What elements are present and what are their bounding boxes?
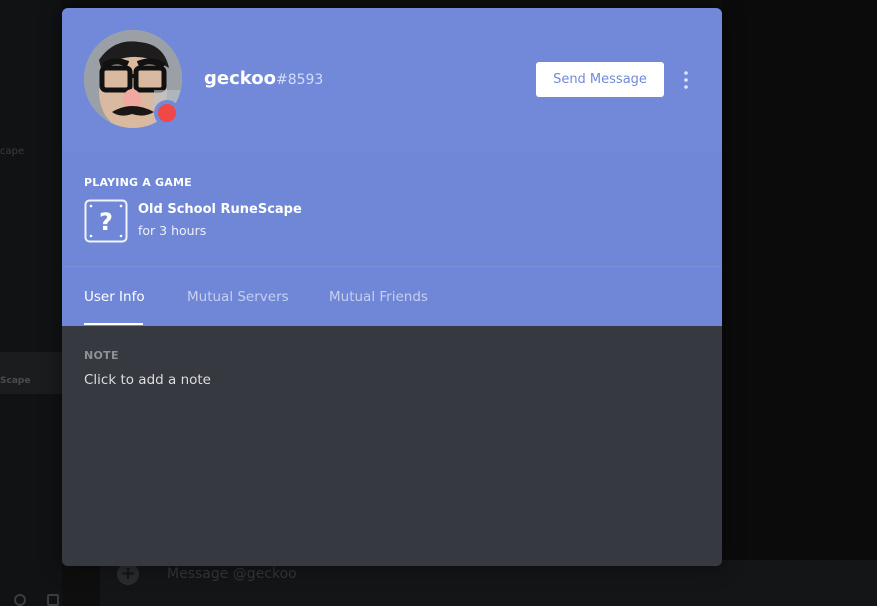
- channel-sidebar: cape Scape: [0, 0, 62, 606]
- active-tab-indicator: [84, 323, 143, 325]
- game-duration: for 3 hours: [138, 223, 207, 238]
- profile-header: geckoo#8593 Send Message: [62, 8, 722, 151]
- profile-tabs: User Info Mutual Servers Mutual Friends: [62, 266, 722, 326]
- sidebar-selected-item[interactable]: [0, 352, 62, 394]
- discriminator: #8593: [275, 72, 324, 88]
- sidebar-text-top: cape: [0, 146, 25, 157]
- username-row: geckoo#8593: [204, 68, 323, 89]
- svg-text:?: ?: [99, 208, 113, 236]
- note-input[interactable]: Click to add a note: [84, 372, 700, 392]
- tab-mutual-servers[interactable]: Mutual Servers: [187, 289, 289, 305]
- user-profile-modal: geckoo#8593 Send Message PLAYING A GAME …: [62, 8, 722, 566]
- message-input-placeholder[interactable]: Message @geckoo: [167, 566, 297, 582]
- activity-heading: PLAYING A GAME: [84, 176, 192, 189]
- gear-icon[interactable]: [47, 594, 59, 606]
- tab-user-info[interactable]: User Info: [84, 289, 145, 305]
- member-panel: [722, 0, 877, 606]
- note-label: NOTE: [84, 349, 119, 362]
- add-attachment-icon[interactable]: +: [117, 563, 139, 585]
- tab-mutual-friends[interactable]: Mutual Friends: [329, 289, 428, 305]
- unknown-game-question-icon: ?: [84, 199, 128, 243]
- headphones-icon[interactable]: [14, 594, 26, 606]
- sidebar-selected-label: Scape: [0, 376, 31, 386]
- game-name: Old School RuneScape: [138, 202, 302, 217]
- avatar-container: [84, 30, 182, 128]
- username: geckoo: [204, 68, 276, 89]
- send-message-button[interactable]: Send Message: [536, 62, 664, 97]
- user-info-panel: NOTE Click to add a note: [62, 326, 722, 566]
- activity-section: PLAYING A GAME ? Old School RuneScape fo…: [62, 151, 722, 266]
- dnd-status-icon: [154, 100, 180, 126]
- vertical-ellipsis-icon[interactable]: [678, 68, 694, 92]
